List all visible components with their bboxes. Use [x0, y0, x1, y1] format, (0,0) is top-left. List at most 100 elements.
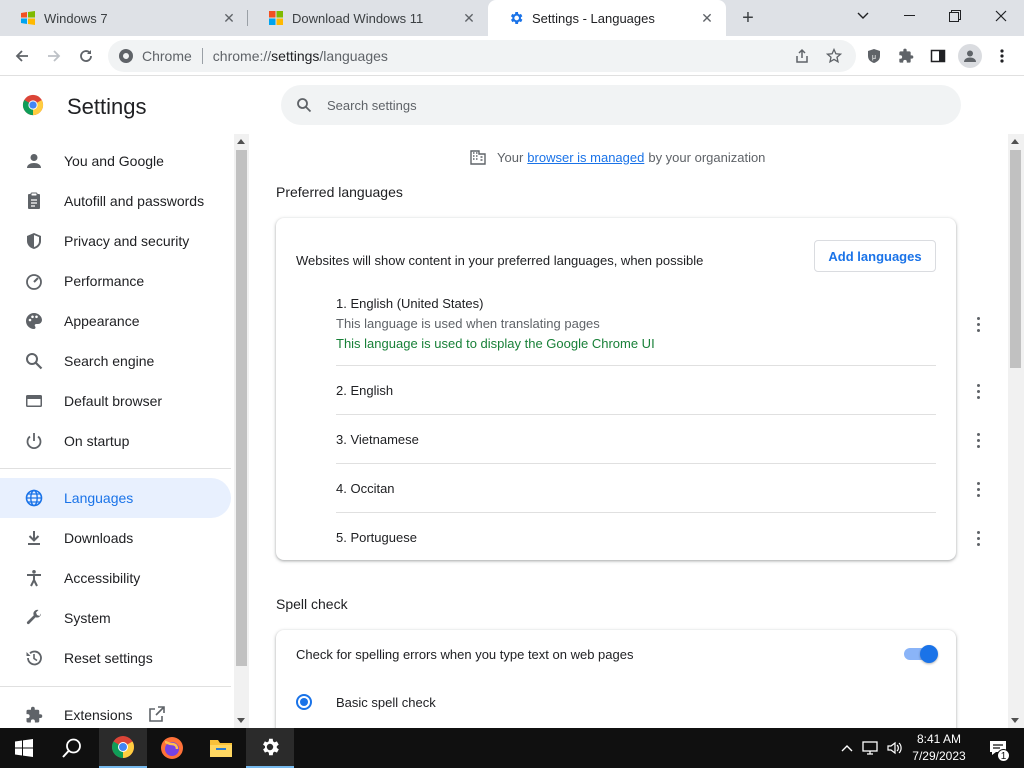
sidebar-item-appearance[interactable]: Appearance	[0, 301, 231, 341]
taskbar-chrome[interactable]	[99, 728, 147, 768]
scroll-up-arrow-icon[interactable]	[1011, 139, 1019, 144]
address-bar[interactable]: Chrome chrome://settings/languages	[108, 40, 856, 72]
sidebar-scrollbar[interactable]	[234, 134, 249, 728]
volume-icon[interactable]	[884, 728, 906, 768]
sidebar-item-label: Reset settings	[64, 650, 153, 666]
language-more-actions-icon[interactable]	[968, 479, 988, 499]
kebab-menu-icon	[1000, 49, 1004, 63]
forward-button[interactable]	[40, 42, 68, 70]
sidebar-item-you-and-google[interactable]: You and Google	[0, 141, 231, 181]
basic-spell-check-label: Basic spell check	[336, 695, 436, 710]
sidebar-item-autofill[interactable]: Autofill and passwords	[0, 181, 231, 221]
language-label: 2. English	[336, 383, 394, 398]
tab-download-windows-11[interactable]: Download Windows 11 ✕	[248, 0, 488, 36]
scroll-up-arrow-icon[interactable]	[237, 139, 245, 144]
scrollbar-thumb[interactable]	[1010, 150, 1021, 368]
clock-date: 7/29/2023	[912, 749, 966, 763]
chevron-down-icon	[857, 12, 869, 19]
add-languages-button[interactable]: Add languages	[814, 240, 936, 272]
wrench-icon	[24, 608, 44, 628]
extensions-puzzle-icon[interactable]	[896, 46, 916, 66]
sidebar-item-accessibility[interactable]: Accessibility	[0, 558, 231, 598]
sidebar-item-label: Default browser	[64, 393, 163, 409]
language-more-actions-icon[interactable]	[968, 314, 988, 334]
windows-logo-icon	[20, 10, 36, 26]
sidebar-item-reset-settings[interactable]: Reset settings	[0, 638, 231, 678]
sidebar-item-extensions[interactable]: Extensions	[0, 695, 231, 728]
open-in-new-icon	[148, 705, 166, 726]
close-icon	[995, 10, 1007, 22]
close-window-button[interactable]	[978, 0, 1024, 32]
taskbar-search-button[interactable]	[48, 728, 96, 768]
sidebar-item-languages[interactable]: Languages	[0, 478, 231, 518]
spell-check-toggle[interactable]	[904, 645, 938, 663]
network-icon[interactable]	[860, 728, 882, 768]
sidebar-item-default-browser[interactable]: Default browser	[0, 381, 231, 421]
side-panel-icon[interactable]	[928, 46, 948, 66]
site-name: Chrome	[142, 48, 192, 64]
scroll-down-arrow-icon[interactable]	[1011, 718, 1019, 723]
sidebar-item-performance[interactable]: Performance	[0, 261, 231, 301]
tab-title: Windows 7	[44, 10, 108, 26]
language-more-actions-icon[interactable]	[968, 430, 988, 450]
taskbar-firefox[interactable]	[148, 728, 196, 768]
tab-settings-languages[interactable]: Settings - Languages ✕	[488, 0, 726, 36]
spell-check-toggle-label: Check for spelling errors when you type …	[296, 647, 634, 662]
sidebar-item-label: On startup	[64, 433, 130, 449]
sidebar-item-label: System	[64, 610, 111, 626]
tab-search-button[interactable]	[840, 0, 886, 32]
clock-time: 8:41 AM	[916, 732, 962, 746]
chevron-up-icon[interactable]	[838, 728, 856, 768]
sidebar-item-label: Downloads	[64, 530, 134, 546]
sidebar-item-system[interactable]: System	[0, 598, 231, 638]
search-settings-box[interactable]	[281, 85, 961, 125]
language-more-actions-icon[interactable]	[968, 381, 988, 401]
scroll-down-arrow-icon[interactable]	[237, 718, 245, 723]
profile-avatar[interactable]	[958, 44, 982, 68]
spell-check-heading: Spell check	[276, 596, 348, 612]
chrome-menu-button[interactable]	[992, 46, 1012, 66]
microsoft-logo-icon	[268, 10, 284, 26]
minimize-button[interactable]	[886, 0, 932, 32]
tab-windows-7[interactable]: Windows 7 ✕	[0, 0, 248, 36]
shield-icon	[24, 231, 44, 251]
managed-prefix: Your	[497, 149, 524, 165]
ublock-extension-icon[interactable]: μ	[864, 46, 884, 66]
close-icon[interactable]: ✕	[220, 9, 238, 27]
restore-button[interactable]	[932, 0, 978, 32]
language-label: 5. Portuguese	[336, 530, 417, 545]
preferred-languages-card: Websites will show content in your prefe…	[276, 218, 980, 560]
sidebar-item-on-startup[interactable]: On startup	[0, 421, 231, 461]
settings-header: Settings	[0, 76, 1024, 134]
browser-managed-link[interactable]: browser is managed	[527, 150, 644, 165]
scrollbar-thumb[interactable]	[236, 150, 247, 666]
restore-icon	[949, 10, 961, 22]
person-icon	[964, 50, 976, 62]
sidebar-item-search-engine[interactable]: Search engine	[0, 341, 231, 381]
firefox-logo-icon	[161, 737, 183, 759]
basic-spell-check-radio[interactable]	[296, 694, 312, 710]
language-more-actions-icon[interactable]	[968, 528, 988, 548]
sidebar-item-privacy[interactable]: Privacy and security	[0, 221, 231, 261]
close-icon[interactable]: ✕	[460, 9, 478, 27]
new-tab-button[interactable]: +	[736, 6, 760, 30]
bookmark-star-icon[interactable]	[824, 46, 844, 66]
palette-icon	[24, 311, 44, 331]
divider	[0, 686, 231, 687]
building-icon	[470, 150, 486, 165]
back-button[interactable]	[8, 42, 36, 70]
sidebar-item-downloads[interactable]: Downloads	[0, 518, 231, 558]
action-center-button[interactable]: 1	[978, 728, 1018, 768]
taskbar-clock[interactable]: 8:41 AM 7/29/2023	[906, 731, 972, 765]
close-icon[interactable]: ✕	[698, 9, 716, 27]
share-icon[interactable]	[792, 46, 812, 66]
power-icon	[24, 431, 44, 451]
taskbar-file-explorer[interactable]	[197, 728, 245, 768]
start-button[interactable]	[0, 728, 48, 768]
search-input[interactable]	[327, 97, 927, 113]
taskbar-settings[interactable]	[246, 728, 294, 768]
reload-button[interactable]	[72, 42, 100, 70]
language-label: 3. Vietnamese	[336, 432, 419, 447]
main-scrollbar[interactable]	[1008, 134, 1024, 728]
arrow-left-icon	[15, 50, 28, 62]
